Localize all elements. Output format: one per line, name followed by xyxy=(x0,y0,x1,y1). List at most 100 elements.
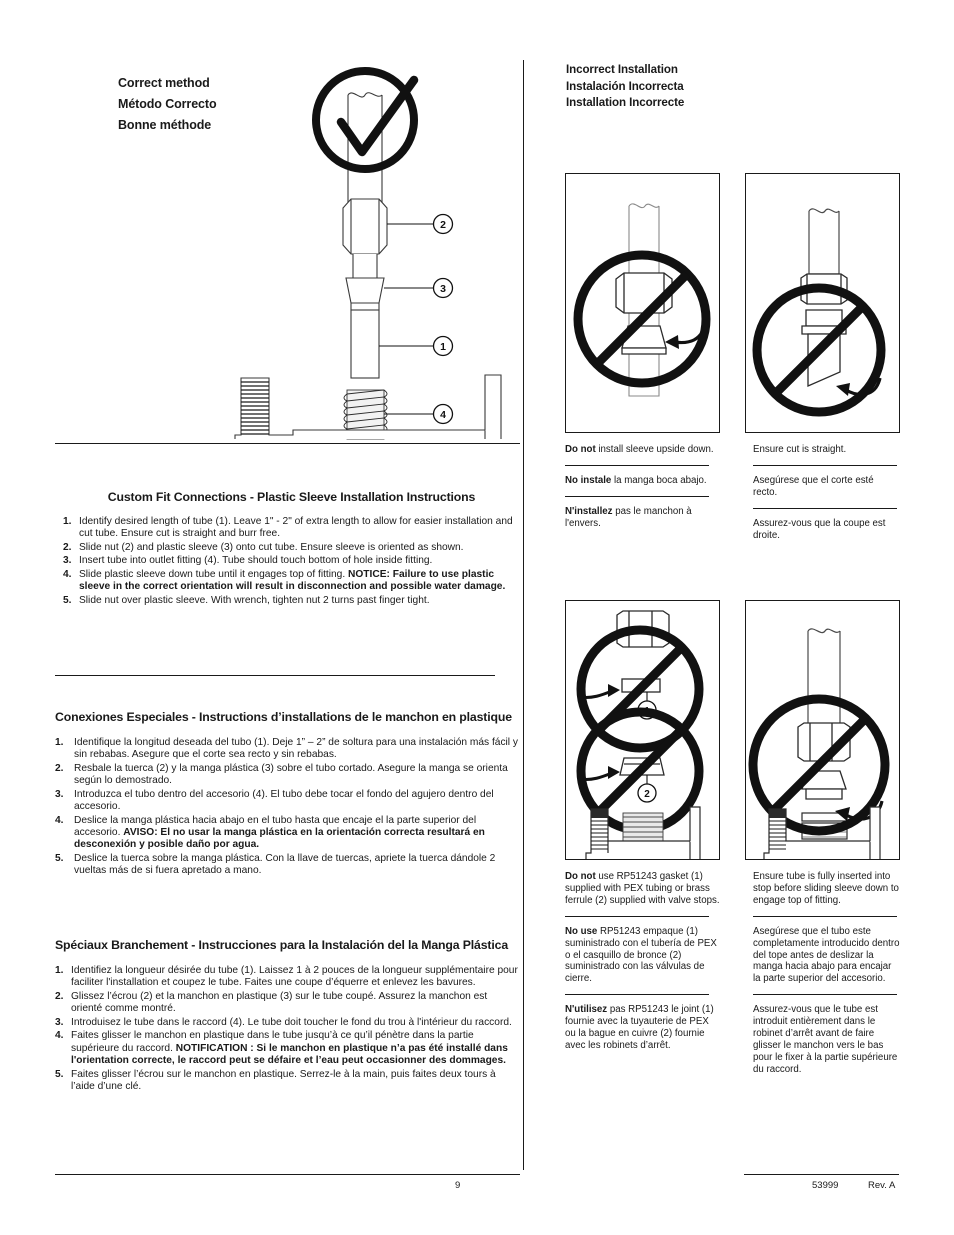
caption-fr: Assurez-vous que le tube est introduit e… xyxy=(745,1004,900,1075)
step-text: Insert tube into outlet fitting (4). Tub… xyxy=(79,555,433,567)
step-number: 5. xyxy=(63,595,72,607)
step-notice-text: AVISO: El no usar la manga plástica en l… xyxy=(74,827,485,851)
instruction-step: 4. Slide plastic sleeve down tube until i… xyxy=(63,569,520,594)
caption-group-angled-cut: Ensure cut is straight. Asegúrese que el… xyxy=(745,444,900,542)
instruction-step: 3. Introduzca el tubo dentro del accesori… xyxy=(55,789,520,814)
caption-es: Asegúrese que el tubo este completamente… xyxy=(745,926,900,986)
callout-3-label: 3 xyxy=(440,283,446,295)
panel-angled-cut: Ensure cut is straight. Asegúrese que el… xyxy=(745,173,900,542)
french-section-title: Spéciaux Branchement - Instrucciones par… xyxy=(55,938,509,952)
caption-fr-rest: Assurez-vous que le tube est introduit e… xyxy=(753,1004,898,1075)
caption-es-bold: No use xyxy=(565,925,598,937)
instruction-step: 2. Glissez l’écrou (2) et la manchon en p… xyxy=(55,991,520,1016)
instruction-step: 3. Introduisez le tube dans le raccord (4… xyxy=(55,1017,520,1029)
step-text: Introduisez le tube dans le raccord (4).… xyxy=(71,1016,512,1028)
step-number: 4. xyxy=(55,1030,64,1042)
caption-separator-2 xyxy=(753,507,897,509)
caption-fr: Assurez-vous que la coupe est droite. xyxy=(745,518,900,542)
instruction-step: 2. Resbale la tuerca (2) y la manga plást… xyxy=(55,763,520,788)
caption-es: Asegúrese que el corte esté recto. xyxy=(745,475,900,499)
caption-separator-1 xyxy=(753,464,897,466)
document-page: Correct method Método Correcto Bonne mét… xyxy=(0,0,954,1235)
caption-en-bold: Do not xyxy=(565,444,596,455)
caption-es-rest: la manga boca abajo. xyxy=(611,474,707,486)
caption-separator-1 xyxy=(565,915,709,917)
caption-group-tube-not-inserted: Ensure tube is fully inserted into stop … xyxy=(745,871,900,1076)
instruction-step: 2. Slide nut (2) and plastic sleeve (3) o… xyxy=(63,542,520,554)
caption-en: Do not use RP51243 gasket (1) supplied w… xyxy=(565,871,720,907)
caption-group-sleeve-upside-down: Do not install sleeve upside down. No in… xyxy=(565,444,720,530)
document-revision: Rev. A xyxy=(868,1180,896,1191)
incorrect-heading-es: Instalación Incorrecta xyxy=(566,79,684,93)
caption-fr: N'utilisez pas RP51243 le joint (1) four… xyxy=(565,1004,720,1052)
caption-fr-bold: N'utilisez xyxy=(565,1004,608,1016)
instruction-step: 3. Insert tube into outlet fitting (4). T… xyxy=(63,555,520,567)
step-text: Identify desired length of tube (1). Lea… xyxy=(79,515,513,539)
figure-prohibition-sleeve-inverted xyxy=(565,173,720,433)
english-section-title: Custom Fit Connections - Plastic Sleeve … xyxy=(107,490,476,504)
step-text: Slide nut over plastic sleeve. With wren… xyxy=(79,595,430,607)
spanish-section-title: Conexiones Especiales - Instructions d’i… xyxy=(55,710,512,724)
caption-es-bold: No instale xyxy=(565,474,612,486)
caption-en: Ensure cut is straight. xyxy=(745,444,900,456)
step-number: 4. xyxy=(55,814,64,826)
step-number: 1. xyxy=(63,515,72,527)
step-number: 2. xyxy=(63,541,72,553)
figure-prohibition-angled-cut xyxy=(745,173,900,433)
callout-1-label: 1 xyxy=(440,341,446,353)
step-text: Resbale la tuerca (2) y la manga plástic… xyxy=(74,762,508,786)
panel-sleeve-upside-down: Do not install sleeve upside down. No in… xyxy=(565,173,720,530)
step-text: Introduzca el tubo dentro del accesorio … xyxy=(74,788,494,812)
callout-4-label: 4 xyxy=(440,409,446,421)
step-text: Slide nut (2) and plastic sleeve (3) ont… xyxy=(79,541,464,553)
footer-rule-left xyxy=(55,1174,520,1175)
instruction-step: 5. Slide nut over plastic sleeve. With wr… xyxy=(63,595,520,607)
incorrect-installation-heading: Incorrect Installation Instalación Incor… xyxy=(566,62,684,112)
caption-en-rest: install sleeve upside down. xyxy=(595,444,714,455)
step-number: 3. xyxy=(63,555,72,567)
document-code: 53999 xyxy=(812,1180,839,1191)
callout-2-label: 2 xyxy=(440,219,446,231)
caption-en-rest: Ensure cut is straight. xyxy=(753,444,847,455)
step-number: 4. xyxy=(63,569,72,581)
caption-group-wrong-gasket-ferrule: Do not use RP51243 gasket (1) supplied w… xyxy=(565,871,720,1052)
caption-fr-bold: N'installez xyxy=(565,505,613,517)
caption-fr: N'installez pas le manchon à l'envers. xyxy=(565,506,720,530)
caption-separator-2 xyxy=(753,994,897,996)
caption-fr-rest: Assurez-vous que la coupe est droite. xyxy=(753,517,886,541)
caption-en-rest: Ensure tube is fully inserted into stop … xyxy=(753,871,899,906)
step-number: 2. xyxy=(55,762,64,774)
incorrect-heading-fr: Installation Incorrecte xyxy=(566,96,685,109)
caption-separator-2 xyxy=(565,495,709,497)
step-number: 2. xyxy=(55,990,64,1002)
step-number: 5. xyxy=(55,853,64,865)
correct-assembly-exploded-diagram: 2 3 1 4 xyxy=(234,67,502,440)
spanish-steps-list: 1. Identifique la longitud deseada del tu… xyxy=(55,737,520,878)
spanish-instructions-block: Conexiones Especiales - Instructions d’i… xyxy=(55,710,520,879)
page-number: 9 xyxy=(455,1180,461,1191)
figure-prohibition-gasket-ferrule: 1 2 xyxy=(565,600,720,860)
step-number: 3. xyxy=(55,788,64,800)
spanish-section-rule xyxy=(55,675,495,676)
diagram-section-rule xyxy=(55,443,520,444)
instruction-step: 5. Faites glisser l’écrou sur le manchon … xyxy=(55,1069,520,1094)
caption-es-rest: Asegúrese que el corte esté recto. xyxy=(753,474,874,498)
caption-en: Do not install sleeve upside down. xyxy=(565,444,720,456)
caption-es-rest: Asegúrese que el tubo este completamente… xyxy=(753,925,900,985)
instruction-step: 4. Deslice la manga plástica hacia abajo … xyxy=(55,815,520,852)
step-number: 1. xyxy=(55,736,64,748)
step-text: Glissez l’écrou (2) et la manchon en pla… xyxy=(71,990,488,1014)
instruction-step: 1. Identifiez la longueur désirée du tube… xyxy=(55,965,520,990)
instruction-step: 4. Faites glisser le manchon en plastique… xyxy=(55,1030,520,1067)
caption-en: Ensure tube is fully inserted into stop … xyxy=(745,871,900,907)
caption-es: No use RP51243 empaque (1) suministrado … xyxy=(565,926,720,986)
french-steps-list: 1. Identifiez la longueur désirée du tube… xyxy=(55,965,520,1094)
step-text: Identifiez la longueur désirée du tube (… xyxy=(71,964,518,988)
prohibition-icon xyxy=(752,283,886,417)
figure-prohibition-tube-not-seated xyxy=(745,600,900,860)
footer-rule-right xyxy=(744,1174,899,1175)
caption-es: No instale la manga boca abajo. xyxy=(565,475,720,487)
step-number: 3. xyxy=(55,1016,64,1028)
panel-wrong-gasket-ferrule: 1 2 Do not use RP51243 gasket (1) suppli… xyxy=(565,600,720,1052)
instruction-step: 1. Identifique la longitud deseada del tu… xyxy=(55,737,520,762)
